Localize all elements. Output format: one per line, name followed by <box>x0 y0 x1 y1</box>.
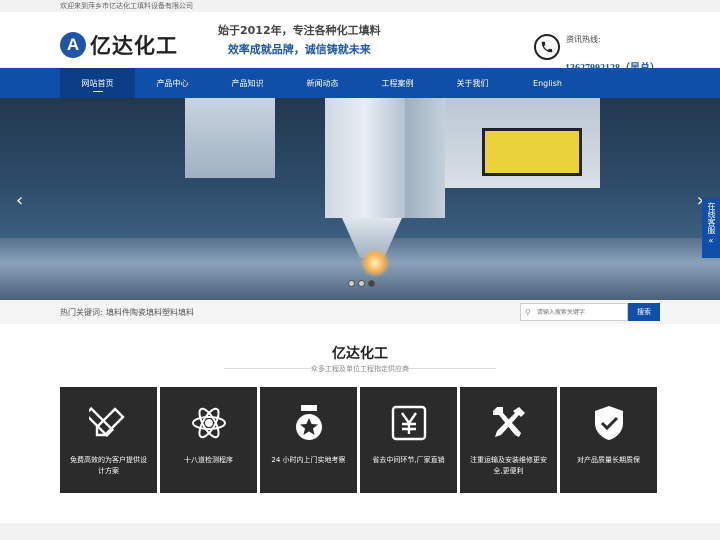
tools-icon <box>489 403 529 443</box>
section-title: 亿达化工 <box>332 346 388 362</box>
nav-item-products[interactable]: 产品中心 <box>135 68 210 98</box>
banner-dot[interactable] <box>358 280 365 287</box>
search-icon: ⚲ <box>525 307 531 317</box>
logo-text: 亿达化工 <box>90 34 178 58</box>
feature-card[interactable]: 十八道检测程序 <box>160 387 257 493</box>
section-subtitle: 众多工程及单位工程指定供应商 <box>311 365 409 373</box>
banner-dot[interactable] <box>348 280 355 287</box>
nav-item-knowledge[interactable]: 产品知识 <box>210 68 285 98</box>
online-service-button[interactable]: 在线客服 « <box>702 198 720 258</box>
search-box[interactable]: ⚲ <box>520 303 628 321</box>
feature-label: 24 小时内上门实地考察 <box>271 456 346 464</box>
nav-item-home[interactable]: 网站首页 <box>60 68 135 98</box>
hot-keyword[interactable]: 填料件 <box>106 307 130 318</box>
slogan-line-2: 效率成就品牌，诚信铸就未来 <box>227 43 371 56</box>
shield-check-icon <box>589 403 629 443</box>
nav-item-news[interactable]: 新闻动态 <box>285 68 360 98</box>
online-service-label: 在线客服 <box>707 202 716 234</box>
banner-prev-arrow-icon[interactable]: ‹ <box>16 190 23 211</box>
banner-spark <box>360 248 390 278</box>
top-bar: 欢迎来到萍乡市亿达化工填料设备有限公司 <box>0 0 720 12</box>
banner-head-side <box>405 98 445 218</box>
banner-pagination <box>348 280 375 287</box>
double-chevron-icon: « <box>708 236 714 245</box>
welcome-text: 欢迎来到萍乡市亿达化工填料设备有限公司 <box>60 2 193 10</box>
header: A 亿达化工 始于2012年，专注各种化工填料 效率成就品牌，诚信铸就未来 资讯… <box>0 12 720 74</box>
banner-machine-left <box>185 98 275 178</box>
slogan: 始于2012年，专注各种化工填料 效率成就品牌，诚信铸就未来 <box>218 22 381 57</box>
banner-dot-active[interactable] <box>368 280 375 287</box>
feature-label: 省去中间环节,厂家直销 <box>372 456 445 464</box>
hotline-label: 资讯热线: <box>566 35 601 44</box>
logo-mark: A <box>60 32 86 58</box>
yen-icon <box>389 403 429 443</box>
site-logo[interactable]: A 亿达化工 <box>60 30 178 60</box>
feature-grid: 免费高效的为客户提供设计方案 十八道检测程序 24 小时内上门实地考察 省去中间… <box>60 387 657 493</box>
hotline <box>534 34 560 60</box>
hot-keyword[interactable]: 陶瓷填料 <box>130 307 162 318</box>
feature-card[interactable]: 免费高效的为客户提供设计方案 <box>60 387 157 493</box>
feature-label: 十八道检测程序 <box>184 456 233 464</box>
hot-keyword[interactable]: 塑料填料 <box>162 307 194 318</box>
nav-item-english[interactable]: English <box>510 68 585 98</box>
banner-warning-label <box>482 128 582 176</box>
hero-banner[interactable]: ‹ › 在线客服 « <box>0 98 720 300</box>
nav-item-about[interactable]: 关于我们 <box>435 68 510 98</box>
phone-icon <box>534 34 560 60</box>
feature-card[interactable]: 注重运输及安装维修更安全,更便利 <box>460 387 557 493</box>
hot-keywords-label: 热门关键词: <box>60 308 103 317</box>
search-bar: 热门关键词: 填料件 陶瓷填料 塑料填料 ⚲ 搜索 <box>0 300 720 324</box>
slogan-line-1: 始于2012年，专注各种化工填料 <box>218 24 381 37</box>
feature-card[interactable]: 省去中间环节,厂家直销 <box>360 387 457 493</box>
search-input[interactable] <box>536 308 617 316</box>
medal-star-icon <box>289 403 329 443</box>
search-button[interactable]: 搜索 <box>628 303 660 321</box>
feature-label: 注重运输及安装维修更安全,更便利 <box>470 456 547 475</box>
feature-label: 对产品质量长期质保 <box>577 456 640 464</box>
nav-item-cases[interactable]: 工程案例 <box>360 68 435 98</box>
feature-card[interactable]: 24 小时内上门实地考察 <box>260 387 357 493</box>
footer-strip <box>0 523 720 540</box>
feature-label: 免费高效的为客户提供设计方案 <box>70 456 147 475</box>
feature-card[interactable]: 对产品质量长期质保 <box>560 387 657 493</box>
design-tools-icon <box>83 403 129 443</box>
banner-laser-head <box>325 98 405 218</box>
atom-icon <box>189 403 229 443</box>
